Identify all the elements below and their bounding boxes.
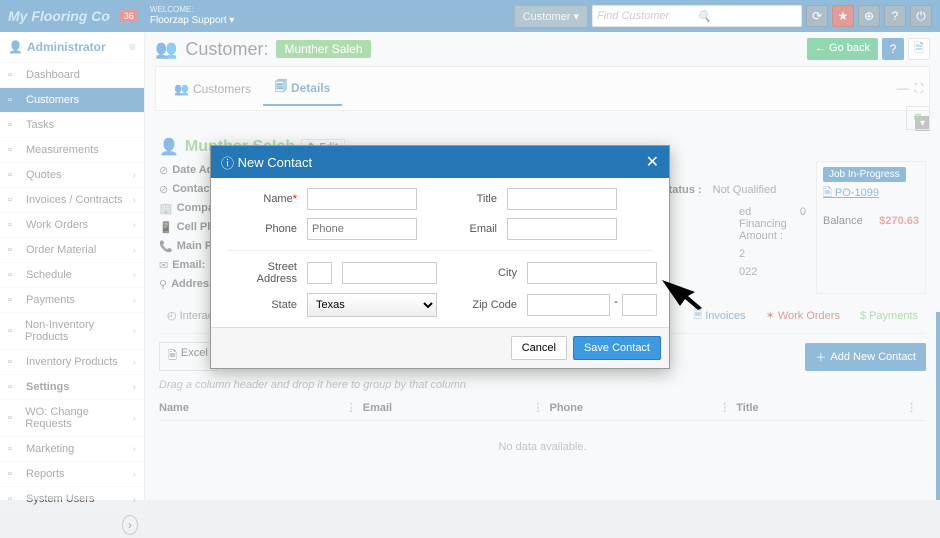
- new-contact-modal: ⓘ New Contact ✕ Name Title Phone Email S…: [210, 145, 670, 369]
- info-icon: ⓘ: [221, 153, 234, 172]
- title-label: Title: [427, 193, 497, 205]
- name-label: Name: [227, 193, 297, 205]
- city-field[interactable]: [527, 262, 657, 284]
- state-label: State: [227, 299, 297, 311]
- name-field[interactable]: [307, 188, 417, 210]
- title-field[interactable]: [507, 188, 617, 210]
- street-num-field[interactable]: [307, 262, 332, 284]
- city-label: City: [447, 267, 517, 279]
- street-label: Street Address: [227, 261, 297, 285]
- collapse-icon[interactable]: ›: [122, 515, 138, 535]
- modal-title: New Contact: [238, 155, 312, 170]
- email-field[interactable]: [507, 218, 617, 240]
- email-label: Email: [427, 223, 497, 235]
- zip-label: Zip Code: [447, 299, 517, 311]
- zip-field-1[interactable]: [527, 294, 610, 316]
- phone-label: Phone: [227, 223, 297, 235]
- zip-field-2[interactable]: [622, 294, 657, 316]
- phone-field[interactable]: [307, 218, 417, 240]
- state-select[interactable]: Texas: [307, 293, 437, 317]
- close-icon[interactable]: ✕: [646, 152, 659, 172]
- cancel-button[interactable]: Cancel: [511, 336, 567, 360]
- street-name-field[interactable]: [342, 262, 437, 284]
- save-contact-button[interactable]: Save Contact: [573, 336, 661, 360]
